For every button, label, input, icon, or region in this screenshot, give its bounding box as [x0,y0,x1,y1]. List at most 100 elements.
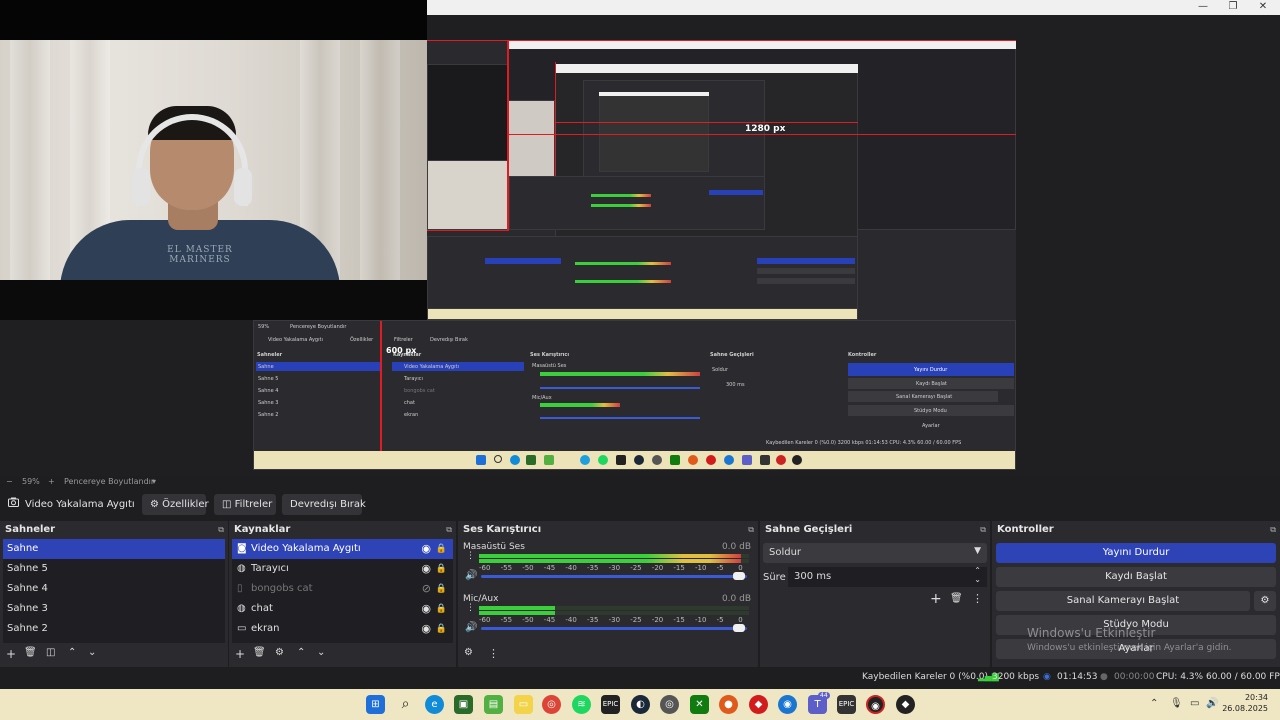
tray-overflow-icon[interactable]: ⌃ [1150,698,1158,709]
db-tick-label: 0 [738,616,743,624]
spotify-icon[interactable]: ≋ [572,695,591,714]
volume-knob[interactable] [733,572,745,580]
level-meter [479,554,749,558]
scene-item[interactable]: Sahne 5 [3,559,225,579]
lock-icon[interactable]: 🔒 [436,619,447,639]
steam-icon[interactable]: ◐ [631,695,650,714]
speaker-icon[interactable]: 🔊 [465,570,477,581]
properties-button[interactable]: ⚙ Özellikler [142,494,209,515]
db-tick-label: -25 [630,564,642,572]
dock-undock-icon[interactable]: ⧉ [218,521,224,539]
scene-item[interactable]: Sahne [3,539,225,559]
epic-games-icon[interactable]: EPIC [601,695,620,714]
source-properties-button[interactable]: ⚙ [275,647,284,658]
add-source-button[interactable]: + [235,647,245,661]
app-icon[interactable]: ▤ [484,695,503,714]
remove-scene-button[interactable]: 🗑 [24,647,37,658]
stop-stream-button[interactable]: Yayını Durdur [996,543,1276,563]
dock-undock-icon[interactable]: ⧉ [1270,521,1276,539]
clock[interactable]: 20:34 26.08.2025 [1222,692,1268,714]
source-item[interactable]: ◍ chat ◉ 🔒 [232,599,453,619]
speaker-icon[interactable]: 🔊 [465,622,477,633]
sources-title: Kaynaklar [234,524,291,535]
app-icon[interactable]: ◆ [896,695,915,714]
spin-up-icon[interactable]: ⌃ [974,566,981,575]
microphone-icon[interactable]: 🎙 [1170,698,1183,709]
spin-down-icon[interactable]: ⌄ [974,575,981,584]
dock-undock-icon[interactable]: ⧉ [446,521,452,539]
db-tick-label: -25 [630,616,642,624]
deactivate-button[interactable]: Devredışı Bırak [282,494,366,515]
move-down-button[interactable]: ⌄ [88,647,96,658]
volume-slider[interactable] [481,624,747,632]
scene-item[interactable]: Sahne 2 [3,619,225,639]
lock-icon[interactable]: 🔒 [436,539,447,559]
virtual-camera-settings-button[interactable]: ⚙ [1254,591,1276,611]
volume-icon[interactable]: 🔊 [1206,698,1218,709]
edge-icon[interactable]: e [425,695,444,714]
windows-start-icon[interactable]: ⊞ [366,695,385,714]
add-scene-button[interactable]: + [6,647,16,661]
mixer-menu-icon[interactable]: ⋮ [488,647,499,660]
move-down-button[interactable]: ⌄ [317,647,325,658]
zoom-out-button[interactable]: − [6,477,13,486]
visibility-eye-icon[interactable]: ◉ [421,619,431,639]
visibility-eye-icon[interactable]: ◉ [421,539,431,559]
app-icon[interactable]: ◉ [778,695,797,714]
lock-icon[interactable]: 🔒 [436,599,447,619]
transition-menu-icon[interactable]: ⋮ [972,592,983,605]
channel-menu-icon[interactable]: ⋮ [466,552,475,561]
app-icon[interactable]: ▣ [454,695,473,714]
duration-input[interactable]: 300 ms ⌃ ⌄ [788,566,987,587]
scene-filter-button[interactable]: ◫ [46,647,55,658]
dock-undock-icon[interactable]: ⧉ [980,521,986,539]
obs-icon[interactable]: ◉ [866,695,885,714]
start-recording-button[interactable]: Kaydı Başlat [996,567,1276,587]
volume-slider[interactable] [481,572,747,580]
app-icon[interactable]: ● [719,695,738,714]
chrome-icon[interactable]: ◎ [542,695,561,714]
lock-icon[interactable]: 🔒 [436,559,447,579]
app-icon[interactable]: ◆ [749,695,768,714]
remove-source-button[interactable]: 🗑 [253,647,266,658]
move-up-button[interactable]: ⌃ [68,647,76,658]
app-icon[interactable]: ◎ [660,695,679,714]
preview-letterbox [0,280,427,320]
scene-item[interactable]: Sahne 3 [3,599,225,619]
hidden-eye-icon[interactable]: ⊘ [422,579,431,599]
move-up-button[interactable]: ⌃ [297,647,305,658]
transition-select[interactable]: Soldur ▼ [763,543,987,563]
xbox-icon[interactable]: ✕ [690,695,709,714]
source-item[interactable]: ▭ ekran ◉ 🔒 [232,619,453,639]
source-toolbar: Video Yakalama Aygıtı ⚙ Özellikler ◫ Fil… [0,492,1280,517]
visibility-eye-icon[interactable]: ◉ [421,559,431,579]
db-tick-label: -15 [673,616,685,624]
file-explorer-icon[interactable]: ▭ [514,695,533,714]
filters-button[interactable]: ◫ Filtreler [214,494,276,515]
visibility-eye-icon[interactable]: ◉ [421,599,431,619]
windows-taskbar: ⊞ ⌕ e ▣ ▤ ▭ ◎ ≋ EPIC ◐ ◎ ✕ ● ◆ ◉ T 44 EP… [0,689,1280,720]
advanced-audio-icon[interactable]: ⚙ [464,647,473,658]
resolution-width-label: 1280 px [745,124,786,134]
network-icon[interactable]: ▭ [1190,698,1199,709]
level-fill-1b [479,611,555,615]
epic-launcher-icon[interactable]: EPIC [837,695,856,714]
lock-icon[interactable]: 🔒 [436,579,447,599]
zoom-dropdown-caret-icon[interactable]: ▾ [152,477,156,486]
source-item[interactable]: ◙ Video Yakalama Aygıtı ◉ 🔒 [232,539,453,559]
source-item[interactable]: ◍ Tarayıcı ◉ 🔒 [232,559,453,579]
add-transition-button[interactable]: + [930,591,942,607]
level-meter [479,559,749,563]
program-preview[interactable]: — ❐ ✕ EL MASTER MARINERS 1280 px 59% Pen… [0,0,1280,476]
dock-undock-icon[interactable]: ⧉ [748,521,754,539]
db-tick-label: -55 [500,616,513,624]
zoom-in-button[interactable]: + [48,477,55,486]
scene-item[interactable]: Sahne 4 [3,579,225,599]
volume-knob[interactable] [733,624,745,632]
search-icon[interactable]: ⌕ [396,695,415,714]
remove-transition-button[interactable]: 🗑 [950,593,963,604]
db-tick-label: -20 [651,616,664,624]
channel-menu-icon[interactable]: ⋮ [466,604,475,613]
start-virtual-camera-button[interactable]: Sanal Kamerayı Başlat [996,591,1250,611]
source-item[interactable]: ▯ bongobs cat ⊘ 🔒 [232,579,453,599]
